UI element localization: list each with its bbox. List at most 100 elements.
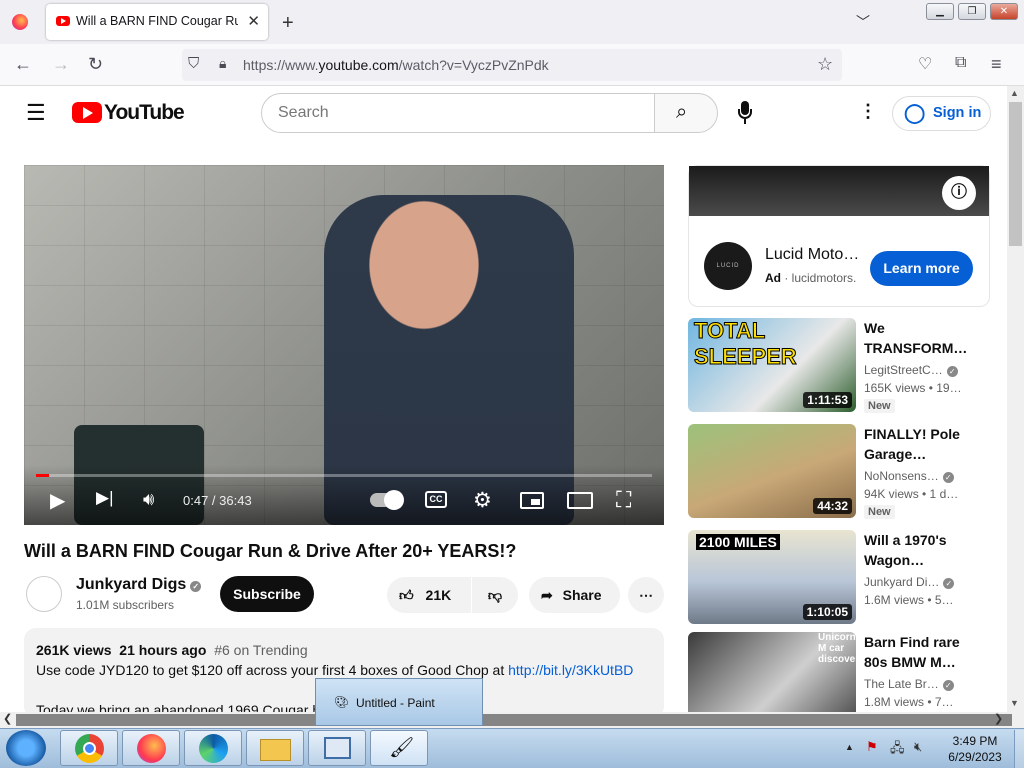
youtube-logo-icon[interactable] (72, 102, 102, 123)
description-meta: 261K views 21 hours ago #6 on Trending (36, 642, 308, 658)
pocket-icon[interactable]: ♡ (918, 54, 932, 74)
search-button[interactable]: ⌕ (654, 93, 718, 133)
scroll-up-arrow-icon[interactable]: ▲ (1010, 88, 1019, 98)
channel-avatar[interactable] (26, 576, 62, 612)
list-tabs-chevron-icon[interactable]: ﹀ (856, 12, 870, 32)
rec-new-badge-2: New (864, 505, 895, 519)
rec-channel-2[interactable]: NoNonsens… ✓ (864, 469, 994, 483)
rec-title-4[interactable]: Barn Find rare 80s BMW M… (864, 632, 974, 672)
hamburger-menu-icon[interactable]: ☰ (26, 100, 46, 126)
show-hidden-icons-arrow[interactable]: ▲ (845, 742, 854, 752)
reload-icon[interactable]: ↻ (88, 54, 103, 75)
network-icon[interactable]: 🖧︎ (890, 739, 905, 761)
progress-bar[interactable] (36, 474, 652, 477)
firefox-menu-icon[interactable] (12, 14, 28, 30)
rec-thumbnail-2[interactable]: 44:32 (688, 424, 856, 518)
sign-in-label: Sign in (933, 105, 982, 121)
volume-icon[interactable]: 🔊︎ (143, 489, 154, 510)
clock-date: 6/29/2023 (948, 750, 1002, 764)
play-icon[interactable]: ▶ (50, 488, 65, 513)
rec-meta-4: 1.8M views • 7… (864, 695, 954, 709)
back-arrow-icon[interactable]: ← (14, 54, 32, 75)
share-button[interactable]: ➦ Share (529, 577, 620, 613)
like-button[interactable]: 👍︎ 21K (387, 577, 471, 613)
rec-new-badge-1: New (864, 399, 895, 413)
microphone-icon[interactable] (737, 101, 753, 125)
paint-taskbar-icon[interactable]: 🖌︎ (370, 730, 428, 766)
volume-muted-icon[interactable]: 🔇︎ (914, 739, 922, 755)
youtube-logo-text[interactable]: YouTube (104, 101, 185, 125)
fullscreen-icon[interactable]: ⛶ (616, 487, 631, 513)
settings-gear-icon[interactable]: ⚙ (473, 488, 492, 513)
ad-info-icon[interactable]: ⓘ (942, 176, 976, 210)
captions-icon[interactable]: CC (425, 491, 447, 508)
edge-taskbar-icon[interactable] (184, 730, 242, 766)
maximize-button[interactable]: ❐ (958, 3, 986, 20)
control-panel-taskbar-icon[interactable] (308, 730, 366, 766)
vertical-scroll-thumb[interactable] (1009, 102, 1022, 246)
rec-meta-2: 94K views • 1 d… (864, 487, 959, 501)
action-center-flag-icon[interactable]: ⚑ (866, 739, 878, 755)
next-icon[interactable]: ▶| (96, 488, 114, 508)
firefox-taskbar-icon[interactable] (122, 730, 180, 766)
thumbs-down-icon: 👎︎ (487, 587, 503, 603)
progress-played (36, 474, 49, 477)
rec-thumbnail-1[interactable]: TOTAL SLEEPER 1:11:53 (688, 318, 856, 412)
more-actions-button[interactable]: ⋯ (628, 577, 664, 613)
youtube-favicon-icon (56, 16, 70, 26)
show-desktop-button[interactable] (1014, 730, 1024, 768)
forward-arrow-icon[interactable]: → (52, 54, 70, 75)
theater-mode-icon[interactable] (567, 492, 593, 509)
learn-more-button[interactable]: Learn more (870, 251, 973, 286)
account-icon: ◯ (904, 103, 926, 124)
channel-name[interactable]: Junkyard Digs ✓ (76, 576, 202, 594)
taskbar-preview-popup[interactable]: 🎨︎ Untitled - Paint (315, 678, 483, 726)
description-link[interactable]: http://bit.ly/3KkUtBD (508, 662, 633, 678)
verified-icon: ✓ (943, 578, 955, 589)
close-tab-icon[interactable]: ✕ (247, 12, 260, 30)
autoplay-toggle[interactable] (370, 490, 404, 510)
start-button[interactable] (6, 730, 46, 766)
rec-title-3[interactable]: Will a 1970's Wagon… (864, 530, 974, 570)
paint-app-icon: 🎨︎ (334, 695, 350, 709)
rec-thumbnail-4[interactable]: Unicorn M car discovered (688, 632, 856, 712)
ad-advertiser-logo[interactable]: LUCID (704, 242, 752, 290)
thumbs-up-icon: 👍︎ (399, 587, 414, 603)
search-input[interactable]: Search (261, 93, 655, 133)
taskbar-clock[interactable]: 3:49 PM 6/29/2023 (940, 733, 1010, 765)
tab-title: Will a BARN FIND Cougar Run & (76, 14, 238, 28)
minimize-button[interactable]: ▁ (926, 3, 954, 20)
scroll-right-arrow-icon[interactable]: ❯ (994, 712, 1003, 725)
new-tab-button[interactable]: + (282, 12, 294, 35)
app-menu-icon[interactable]: ≡ (991, 54, 1002, 75)
verified-icon: ✓ (190, 581, 202, 592)
rec-channel-3[interactable]: Junkyard Di… ✓ (864, 575, 994, 589)
chrome-taskbar-icon[interactable] (60, 730, 118, 766)
rec-thumbnail-3[interactable]: 2100 MILES 1:10:05 (688, 530, 856, 624)
bookmark-star-icon[interactable]: ☆ (817, 54, 833, 75)
url-text[interactable]: https://www.youtube.com/watch?v=VyczPvZn… (243, 57, 549, 73)
extensions-icon[interactable]: ⧉ (955, 54, 966, 72)
file-explorer-taskbar-icon[interactable] (246, 730, 304, 766)
sign-in-button[interactable]: ◯ Sign in (892, 96, 991, 131)
miniplayer-icon[interactable] (520, 492, 544, 509)
subscribe-button[interactable]: Subscribe (220, 576, 314, 612)
ad-advertiser-name[interactable]: Lucid Moto… (765, 246, 859, 264)
verified-icon: ✓ (942, 680, 954, 691)
settings-kebab-icon[interactable]: ⋮ (859, 101, 877, 122)
lock-icon[interactable]: 🔒︎ (219, 55, 226, 72)
dislike-button[interactable]: 👎︎ (472, 577, 518, 613)
popup-label: Untitled - Paint (356, 696, 435, 710)
rec-channel-4[interactable]: The Late Br… ✓ (864, 677, 994, 691)
close-window-button[interactable]: ✕ (990, 3, 1018, 20)
verified-icon: ✓ (946, 366, 958, 377)
subscriber-count: 1.01M subscribers (76, 598, 175, 612)
scroll-down-arrow-icon[interactable]: ▼ (1010, 698, 1019, 708)
browser-tab[interactable]: Will a BARN FIND Cougar Run & ✕ (46, 4, 268, 40)
tracking-shield-icon[interactable]: ⛉ (188, 55, 199, 72)
rec-channel-1[interactable]: LegitStreetC… ✓ (864, 363, 994, 377)
horizontal-scroll-thumb[interactable] (16, 714, 1012, 726)
scroll-left-arrow-icon[interactable]: ❮ (3, 712, 12, 725)
rec-title-2[interactable]: FINALLY! Pole Garage… (864, 424, 974, 464)
rec-title-1[interactable]: We TRANSFORM… (864, 318, 974, 358)
